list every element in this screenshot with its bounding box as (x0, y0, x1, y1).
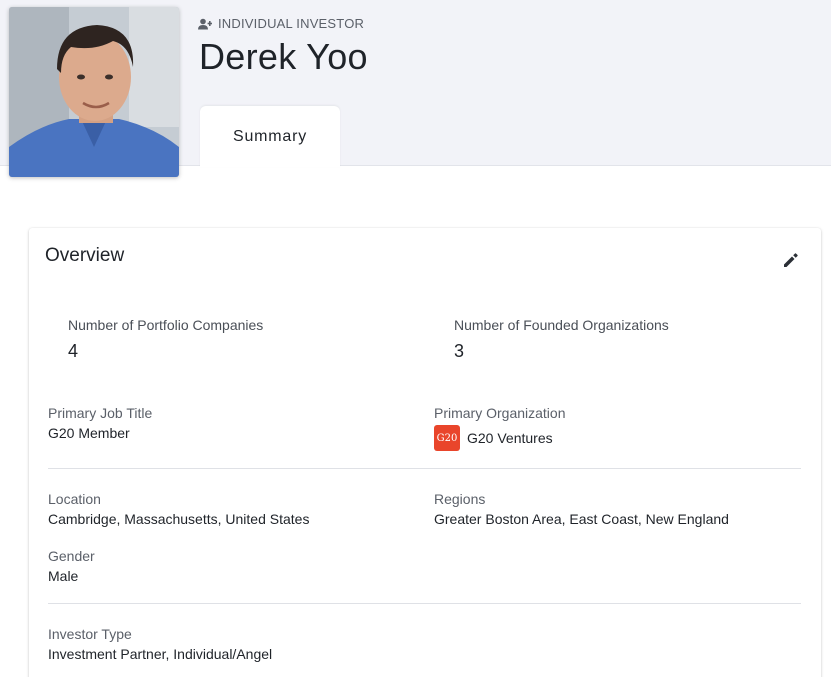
field-value[interactable]: Cambridge, Massachusetts, United States (48, 511, 309, 527)
field-primary-organization: Primary Organization G20 G20 Ventures (434, 405, 566, 451)
field-label: Regions (434, 491, 486, 507)
field-label: Investor Type (48, 626, 132, 642)
pencil-icon[interactable] (781, 250, 801, 270)
person-icon (198, 18, 212, 30)
divider (48, 468, 801, 469)
field-label: Gender (48, 548, 95, 564)
overview-title: Overview (45, 245, 125, 266)
divider (48, 603, 801, 604)
organization-link[interactable]: G20 G20 Ventures (434, 425, 566, 451)
field-primary-job-title: Primary Job Title G20 Member (48, 405, 152, 441)
tab-summary[interactable]: Summary (200, 106, 340, 167)
stat-label: Number of Founded Organizations (454, 317, 669, 333)
field-gender: Gender Male (48, 548, 95, 584)
stat-value[interactable]: 3 (454, 341, 669, 362)
field-value: G20 Member (48, 425, 130, 441)
investor-type-label: INDIVIDUAL INVESTOR (198, 16, 364, 31)
organization-name[interactable]: G20 Ventures (467, 430, 553, 446)
field-value[interactable]: Greater Boston Area, East Coast, New Eng… (434, 511, 729, 527)
field-label: Location (48, 491, 101, 507)
stat-label: Number of Portfolio Companies (68, 317, 264, 333)
field-value: Male (48, 568, 79, 584)
field-location: Location Cambridge, Massachusetts, Unite… (48, 491, 309, 527)
organization-logo: G20 (434, 425, 460, 451)
field-investor-type: Investor Type Investment Partner, Indivi… (48, 626, 272, 662)
investor-type-text: INDIVIDUAL INVESTOR (218, 16, 365, 31)
field-regions: Regions Greater Boston Area, East Coast,… (434, 491, 729, 527)
stat-portfolio-companies: Number of Portfolio Companies 4 (68, 317, 263, 362)
field-label: Primary Organization (434, 405, 566, 421)
field-label: Primary Job Title (48, 405, 153, 421)
avatar (9, 7, 179, 177)
stat-founded-organizations: Number of Founded Organizations 3 (454, 317, 669, 362)
stat-value[interactable]: 4 (68, 341, 263, 362)
profile-name: Derek Yoo (199, 36, 368, 77)
field-value: Investment Partner, Individual/Angel (48, 646, 273, 662)
overview-card: Overview Number of Portfolio Companies 4… (29, 228, 821, 677)
